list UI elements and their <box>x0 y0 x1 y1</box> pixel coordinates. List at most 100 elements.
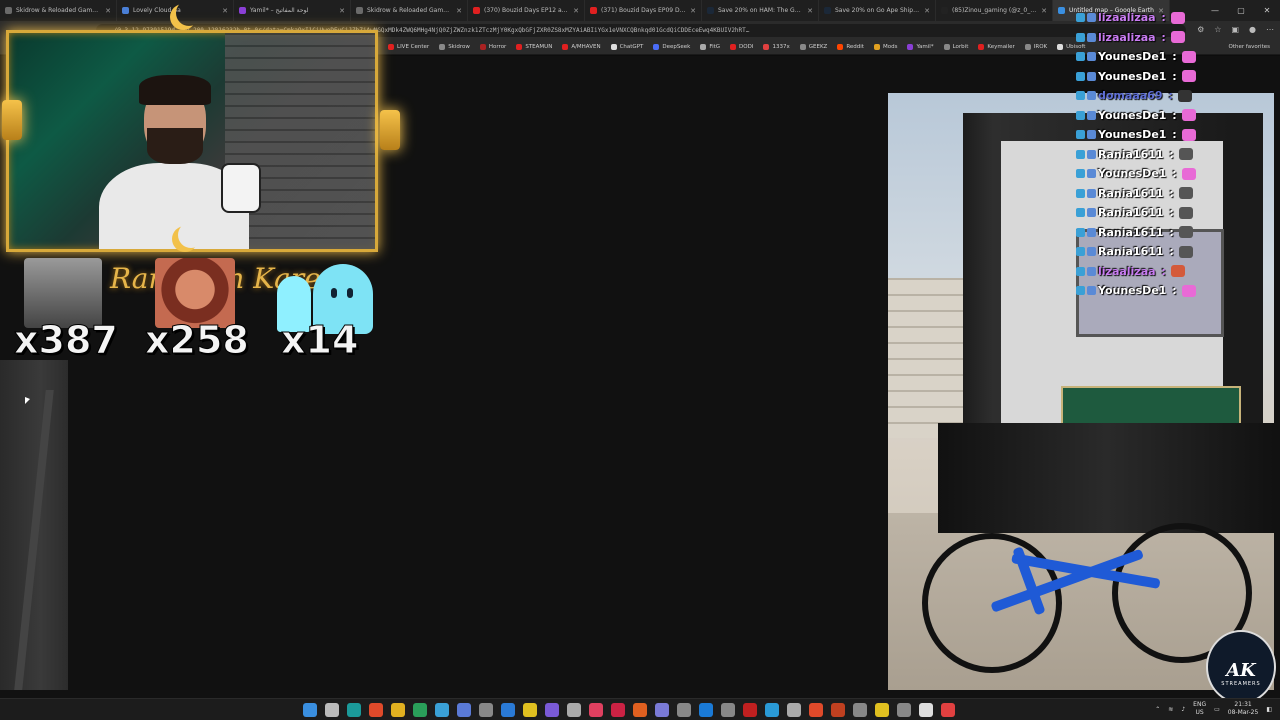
taskbar-app-icon[interactable] <box>787 703 801 717</box>
browser-tab[interactable]: Yamil* – لوحة المفاتيح ✕ <box>234 0 351 21</box>
taskbar-app-icon[interactable] <box>897 703 911 717</box>
taskbar-app-icon[interactable] <box>743 703 757 717</box>
tab-close-icon[interactable]: ✕ <box>690 7 696 15</box>
bookmark-icon <box>700 44 707 50</box>
logo-sub-text: STREAMERS <box>1221 681 1261 687</box>
taskbar-app-icon[interactable] <box>941 703 955 717</box>
notification-icon[interactable]: ◧ <box>1266 706 1272 713</box>
taskbar-app-icon[interactable] <box>391 703 405 717</box>
browser-tab[interactable]: Skidrow & Reloaded Games – Da ✕ <box>351 0 468 21</box>
chat-badge-icon <box>1087 32 1096 42</box>
chevron-up-icon[interactable]: ⌃ <box>1155 706 1160 713</box>
tab-close-icon[interactable]: ✕ <box>807 7 813 15</box>
bookmark-item[interactable]: Yamil* <box>907 44 934 50</box>
bookmark-item[interactable]: IROK <box>1024 44 1047 50</box>
taskbar-app-icon[interactable] <box>523 703 537 717</box>
battery-icon[interactable]: ▭ <box>1214 706 1220 713</box>
taskbar-app-icon[interactable] <box>611 703 625 717</box>
bookmark-item[interactable]: Reddit <box>837 44 864 50</box>
volume-icon[interactable]: ♪ <box>1181 706 1185 713</box>
chat-separator: : <box>1157 30 1166 44</box>
chat-separator: : <box>1168 50 1177 64</box>
chat-message: lizaalizaa : <box>1076 8 1276 28</box>
tab-close-icon[interactable]: ✕ <box>339 7 345 15</box>
bookmark-icon <box>907 44 914 50</box>
clock[interactable]: 21:31 08-Mar-25 <box>1228 701 1259 717</box>
taskbar-app-icon[interactable] <box>589 703 603 717</box>
taskbar-app-icon[interactable] <box>479 703 493 717</box>
bookmark-label: LIVE Center <box>397 44 430 50</box>
chat-username: lizaalizaa <box>1098 264 1156 278</box>
chat-badge-icon <box>1076 71 1085 81</box>
emote-count: x14 <box>280 318 359 363</box>
bookmark-item[interactable]: STEAMUN <box>516 44 552 50</box>
tab-label: (85)Zinou_gaming (@z_0_z0) | Ti <box>952 7 1038 14</box>
streamer-beard <box>147 128 203 164</box>
tab-close-icon[interactable]: ✕ <box>105 7 111 15</box>
bookmark-icon <box>516 44 523 50</box>
browser-tab[interactable]: Save 20% on Go Ape Ship! on St ✕ <box>819 0 936 21</box>
taskbar-app-icon[interactable] <box>567 703 581 717</box>
webcam-overlay <box>6 30 378 252</box>
tab-close-icon[interactable]: ✕ <box>1041 7 1047 15</box>
language-indicator[interactable]: ENG US <box>1193 701 1206 717</box>
tab-close-icon[interactable]: ✕ <box>924 7 930 15</box>
taskbar-app-icon[interactable] <box>875 703 889 717</box>
bookmark-item[interactable]: ChatGPT <box>610 44 643 50</box>
taskbar-app-icon[interactable] <box>457 703 471 717</box>
taskbar-app-icon[interactable] <box>765 703 779 717</box>
chat-message: YounesDe1 : <box>1076 164 1276 184</box>
chat-username: Rania1611 <box>1098 186 1164 200</box>
taskbar-app-icon[interactable] <box>677 703 691 717</box>
tab-close-icon[interactable]: ✕ <box>222 7 228 15</box>
taskbar-app-icon[interactable] <box>325 703 339 717</box>
wifi-icon[interactable]: ≋ <box>1168 706 1173 713</box>
bookmark-item[interactable]: GEEKZ <box>799 44 827 50</box>
tab-close-icon[interactable]: ✕ <box>456 7 462 15</box>
taskbar-app-icon[interactable] <box>501 703 515 717</box>
bookmark-label: Keymailer <box>987 44 1015 50</box>
bookmark-item[interactable]: Horror <box>479 44 506 50</box>
bookmark-icon <box>610 44 617 50</box>
stream-chat: lizaalizaa : lizaalizaa : YounesDe1 : Youne… <box>1076 8 1276 301</box>
bookmark-item[interactable]: Skidrow <box>439 44 470 50</box>
taskbar-app-icon[interactable] <box>809 703 823 717</box>
taskbar-app-icon[interactable] <box>347 703 361 717</box>
bookmark-item[interactable]: Lorbit <box>943 44 968 50</box>
bookmark-item[interactable]: Keymailer <box>978 44 1015 50</box>
browser-tab[interactable]: Save 20% on HAM: The Game on ✕ <box>702 0 819 21</box>
taskbar-app-icon[interactable] <box>699 703 713 717</box>
browser-tab[interactable]: (371) Bouzid Days EP09 Doctor ✕ <box>585 0 702 21</box>
browser-tab[interactable]: Skidrow & Reloaded Games – Da ✕ <box>0 0 117 21</box>
chat-badge-icon <box>1087 286 1096 296</box>
bookmark-item[interactable]: DeepSeek <box>653 44 690 50</box>
bookmark-icon <box>837 44 844 50</box>
taskbar-app-icon[interactable] <box>655 703 669 717</box>
chat-badge-icon <box>1087 169 1096 179</box>
taskbar-app-icon[interactable] <box>435 703 449 717</box>
browser-tab[interactable]: (370) Bouzid Days EP12 analyse✕ <box>468 0 585 21</box>
bookmark-item[interactable]: FitG <box>700 44 720 50</box>
chat-badge-icon <box>1087 266 1096 276</box>
taskbar-app-icon[interactable] <box>303 703 317 717</box>
chat-separator: : <box>1165 186 1174 200</box>
bookmark-item[interactable]: LIVE Center <box>388 44 429 50</box>
browser-tab[interactable]: (85)Zinou_gaming (@z_0_z0) | Ti✕ <box>936 0 1053 21</box>
taskbar-icons <box>303 703 955 717</box>
tab-favicon-icon <box>824 7 831 14</box>
taskbar-app-icon[interactable] <box>831 703 845 717</box>
bookmark-item[interactable]: Mods <box>873 44 897 50</box>
tab-close-icon[interactable]: ✕ <box>573 7 579 15</box>
taskbar-app-icon[interactable] <box>413 703 427 717</box>
bookmark-item[interactable]: A/MHAVEN <box>562 44 601 50</box>
taskbar-app-icon[interactable] <box>919 703 933 717</box>
taskbar-app-icon[interactable] <box>853 703 867 717</box>
chat-message: Rania1611 : <box>1076 223 1276 243</box>
taskbar-app-icon[interactable] <box>545 703 559 717</box>
taskbar-app-icon[interactable] <box>369 703 383 717</box>
taskbar-app-icon[interactable] <box>721 703 735 717</box>
bookmark-item[interactable]: DODI <box>730 44 753 50</box>
bookmark-item[interactable]: 1337x <box>763 44 790 50</box>
taskbar-app-icon[interactable] <box>633 703 647 717</box>
chat-badge-icon <box>1076 110 1085 120</box>
